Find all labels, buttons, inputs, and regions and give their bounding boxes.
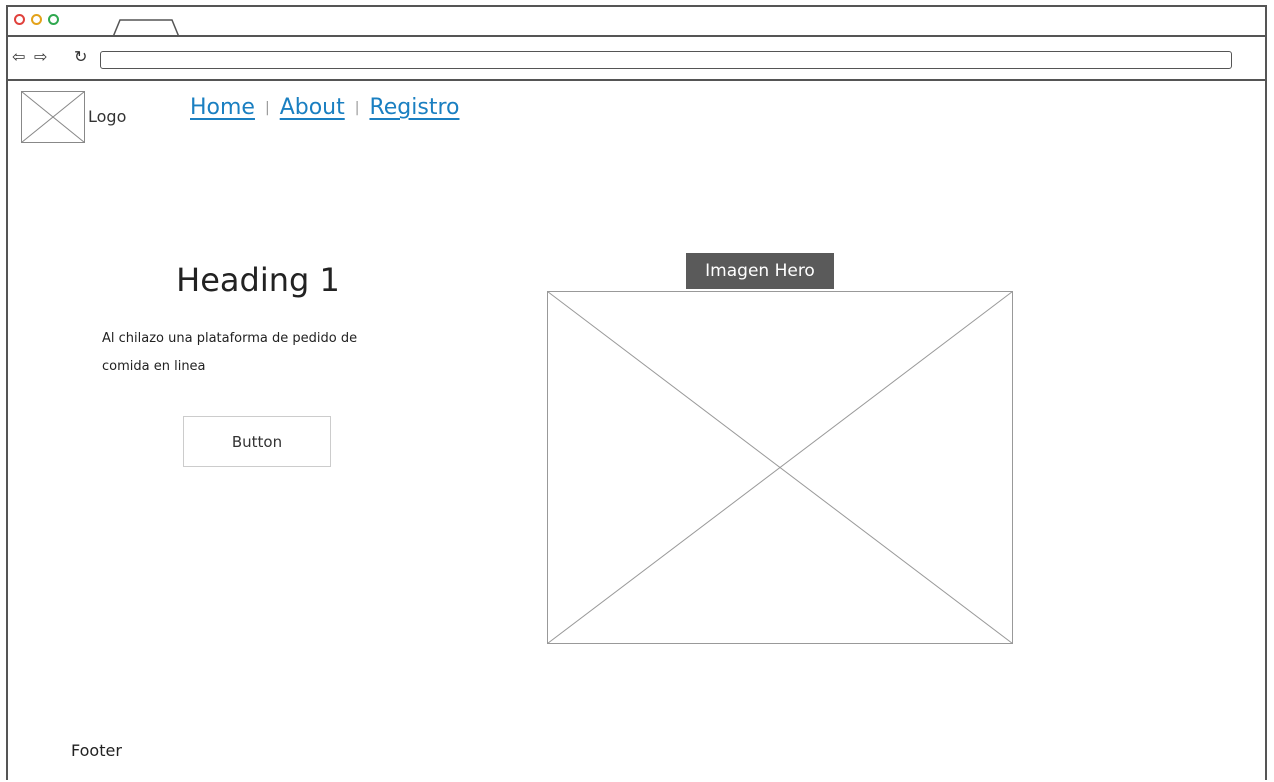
minimize-window-icon[interactable]	[31, 14, 42, 25]
refresh-icon[interactable]: ↻	[74, 47, 87, 66]
hero-description: Al chilazo una plataforma de pedido de c…	[102, 331, 358, 374]
address-bar: ⇦ ⇨ ↻	[8, 37, 1265, 81]
page-content: Logo Home | About | Registro Heading 1 A…	[8, 81, 1265, 782]
forward-arrow-icon[interactable]: ⇨	[34, 49, 47, 65]
browser-tab[interactable]	[112, 19, 180, 37]
nav-separator: |	[354, 99, 360, 116]
nav-link-home[interactable]: Home	[190, 95, 255, 120]
maximize-window-icon[interactable]	[48, 14, 59, 25]
nav-link-registro[interactable]: Registro	[369, 95, 459, 120]
hero-image-placeholder	[547, 291, 1013, 644]
main-nav: Home | About | Registro	[190, 95, 459, 120]
nav-separator: |	[264, 99, 270, 116]
logo-image-placeholder	[21, 91, 85, 143]
logo-label: Logo	[88, 107, 127, 126]
nav-link-about[interactable]: About	[280, 95, 345, 120]
url-input[interactable]	[100, 51, 1232, 69]
hero-image-label: Imagen Hero	[686, 253, 834, 289]
back-arrow-icon[interactable]: ⇦	[12, 49, 25, 65]
title-bar	[8, 7, 1265, 37]
hero-heading: Heading 1	[176, 261, 340, 299]
hero-cta-button[interactable]: Button	[183, 416, 331, 467]
browser-window: ⇦ ⇨ ↻ Logo Home | About | Registro Headi…	[6, 5, 1267, 780]
footer-text: Footer	[71, 741, 122, 760]
close-window-icon[interactable]	[14, 14, 25, 25]
